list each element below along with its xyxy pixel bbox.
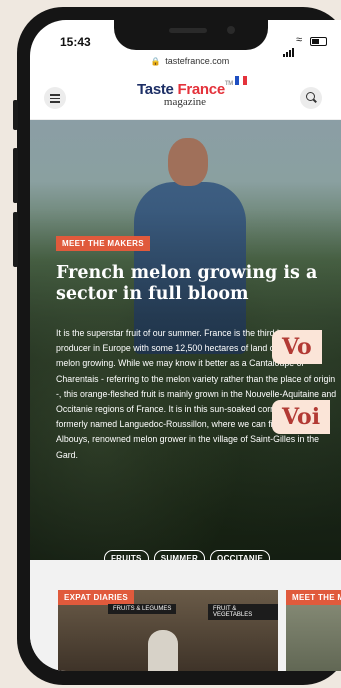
- card-tag: MEET THE M: [286, 590, 341, 605]
- shop-sign: FRUITS & LEGUMES: [108, 604, 177, 614]
- voir-overlay-button[interactable]: Voi: [272, 400, 331, 434]
- hamburger-line: [50, 101, 60, 103]
- article-card[interactable]: MEET THE M: [286, 590, 341, 671]
- article-title[interactable]: French melon growing is a sector in full…: [56, 263, 326, 305]
- menu-button[interactable]: [44, 87, 66, 109]
- speaker: [169, 28, 207, 33]
- url-text: tastefrance.com: [165, 56, 230, 66]
- site-header: Taste FranceTM magazine: [30, 72, 341, 120]
- battery-icon: [310, 37, 327, 46]
- phone-volume-up: [13, 148, 18, 203]
- signal-icon: [283, 39, 295, 57]
- hamburger-icon: [50, 94, 60, 96]
- card-tag: EXPAT DIARIES: [58, 590, 135, 605]
- shop-sign: FRUIT & VEGETABLES: [208, 604, 278, 620]
- hamburger-line: [50, 97, 60, 99]
- camera-icon: [227, 26, 235, 34]
- phone-mute-switch: [13, 100, 18, 130]
- search-button[interactable]: [300, 87, 322, 109]
- status-time: 15:43: [60, 35, 91, 49]
- wifi-icon: ≈: [296, 34, 303, 46]
- french-flag-icon: [235, 76, 247, 85]
- url-bar[interactable]: 🔒 tastefrance.com: [30, 56, 341, 66]
- shopkeeper-figure: [148, 630, 178, 671]
- voir-overlay-button[interactable]: Vo: [272, 330, 322, 364]
- category-tag[interactable]: MEET THE MAKERS: [56, 236, 150, 251]
- article-carousel: EXPAT DIARIES FRUITS & LEGUMES FRUIT & V…: [30, 560, 341, 671]
- logo-tm: TM: [224, 81, 233, 87]
- site-logo[interactable]: Taste FranceTM magazine: [125, 81, 245, 108]
- search-icon-handle: [313, 98, 317, 103]
- lock-icon: 🔒: [150, 57, 161, 66]
- article-card[interactable]: EXPAT DIARIES FRUITS & LEGUMES FRUIT & V…: [58, 590, 278, 671]
- phone-volume-down: [13, 212, 18, 267]
- phone-notch: [114, 20, 268, 50]
